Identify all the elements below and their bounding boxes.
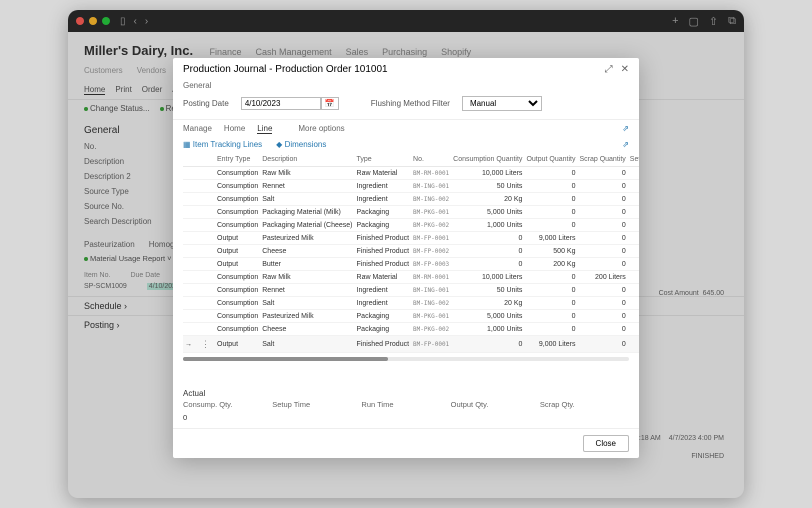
col-scrap-qty[interactable]: Scrap Quantity — [577, 153, 627, 167]
grid-row[interactable]: ConsumptionRaw MilkRaw MaterialBM-RM-000… — [183, 167, 639, 180]
grid-row[interactable]: ConsumptionPackaging Material (Milk)Pack… — [183, 206, 639, 219]
row-arrow-icon: → — [185, 341, 194, 348]
tab-line[interactable]: Line — [257, 124, 272, 134]
expand-icon[interactable]: ⤢ — [605, 64, 613, 75]
col-type[interactable]: Type — [355, 153, 412, 167]
grid-row[interactable]: ConsumptionPasteurized MilkPackagingBM-P… — [183, 310, 639, 323]
actual-col-setup: Setup Time — [272, 400, 361, 409]
grid-row[interactable]: ConsumptionRennetIngredientBM-ING-00150 … — [183, 284, 639, 297]
col-out-qty[interactable]: Output Quantity — [524, 153, 577, 167]
calendar-icon[interactable]: 📅 — [321, 97, 339, 110]
close-icon[interactable]: ✕ — [621, 64, 629, 75]
tab-home[interactable]: Home — [224, 124, 245, 134]
actual-col-run: Run Time — [361, 400, 450, 409]
actual-val-consump: 0 — [183, 413, 272, 422]
actual-col-scrap: Scrap Qty. — [540, 400, 629, 409]
tab-manage[interactable]: Manage — [183, 124, 212, 134]
actual-col-consump: Consump. Qty. — [183, 400, 272, 409]
dimensions[interactable]: ◆ Dimensions — [276, 140, 326, 149]
h-scrollbar[interactable] — [183, 357, 629, 361]
modal-general-label: General — [173, 81, 639, 92]
grid-row[interactable]: ConsumptionSaltIngredientBM-ING-00220 Kg… — [183, 297, 639, 310]
journal-grid: Entry Type Description Type No. Consumpt… — [173, 153, 639, 387]
flushing-filter-select[interactable]: Manual — [462, 96, 542, 111]
detach-icon[interactable]: ⇗ — [622, 140, 629, 149]
col-cons-qty[interactable]: Consumption Quantity — [451, 153, 524, 167]
grid-row[interactable]: ConsumptionRaw MilkRaw MaterialBM-RM-000… — [183, 271, 639, 284]
row-menu-icon[interactable]: ⋮ — [198, 339, 213, 349]
posting-date-label: Posting Date — [183, 99, 229, 108]
grid-row[interactable]: OutputCheeseFinished ProductBM-FP-000205… — [183, 245, 639, 258]
item-tracking-lines[interactable]: ▦ Item Tracking Lines — [183, 140, 262, 149]
flushing-filter-label: Flushing Method Filter — [371, 99, 450, 108]
col-description[interactable]: Description — [260, 153, 354, 167]
col-no[interactable]: No. — [411, 153, 451, 167]
grid-row[interactable]: OutputButterFinished ProductBM-FP-000302… — [183, 258, 639, 271]
actual-col-output: Output Qty. — [451, 400, 540, 409]
grid-row[interactable]: ConsumptionRennetIngredientBM-ING-00150 … — [183, 180, 639, 193]
grid-row[interactable]: OutputPasteurized MilkFinished ProductBM… — [183, 232, 639, 245]
grid-row[interactable]: ConsumptionCheesePackagingBM-PKG-0021,00… — [183, 323, 639, 336]
grid-row[interactable]: ConsumptionPackaging Material (Cheese)Pa… — [183, 219, 639, 232]
production-journal-modal: Production Journal - Production Order 10… — [173, 58, 639, 458]
more-options[interactable]: More options — [298, 124, 344, 134]
share-line-icon[interactable]: ⇗ — [622, 124, 629, 134]
grid-row[interactable]: →⋮OutputSaltFinished ProductBM-FP-000109… — [183, 336, 639, 353]
grid-row[interactable]: ConsumptionSaltIngredientBM-ING-00220 Kg… — [183, 193, 639, 206]
modal-title: Production Journal - Production Order 10… — [183, 64, 388, 75]
col-setup-time[interactable]: Setup Time — [628, 153, 639, 167]
actual-label: Actual — [173, 387, 639, 398]
col-entry-type[interactable]: Entry Type — [215, 153, 260, 167]
posting-date-field[interactable] — [241, 97, 321, 110]
close-button[interactable]: Close — [583, 435, 629, 452]
